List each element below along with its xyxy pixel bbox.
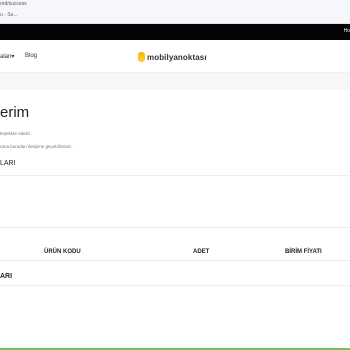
top-black-bar: Ho [0, 24, 350, 40]
section-heading: LARI [0, 160, 16, 167]
divider [0, 260, 350, 261]
section-heading: ARI [0, 273, 13, 280]
logo-text: mobilyanoktası [147, 52, 207, 62]
divider [0, 175, 350, 176]
logo-mark-icon [138, 52, 145, 62]
chevron-down-icon: ▾ [11, 54, 15, 60]
main-navigation: alan▾ Blog mobilyanoktası [0, 41, 350, 73]
browser-address-bar: ord/success u - Sa... [0, 0, 350, 24]
column-header-unit-price: BİRİM FİYATI [285, 249, 322, 255]
nav-item-categories[interactable]: alan▾ [0, 53, 14, 60]
topbar-link[interactable]: Ho [344, 28, 350, 34]
thanks-text: teşekkür ederiz. [0, 131, 32, 136]
divider [0, 227, 350, 228]
page-title: erim [0, 104, 30, 121]
nav-item-blog[interactable]: Blog [25, 53, 37, 59]
browser-tab[interactable]: u - Sa... [0, 12, 18, 18]
site-logo[interactable]: mobilyanoktası [138, 50, 207, 64]
nav-item-label: alan [0, 54, 12, 60]
url-text[interactable]: ord/success [0, 1, 27, 7]
column-header-quantity: ADET [193, 249, 210, 255]
contact-text: rana buradan iletişime geçebilirsiniz. [0, 144, 73, 149]
divider [0, 285, 350, 286]
page-band [0, 73, 350, 90]
column-header-product-code: ÜRÜN KODU [44, 249, 81, 255]
